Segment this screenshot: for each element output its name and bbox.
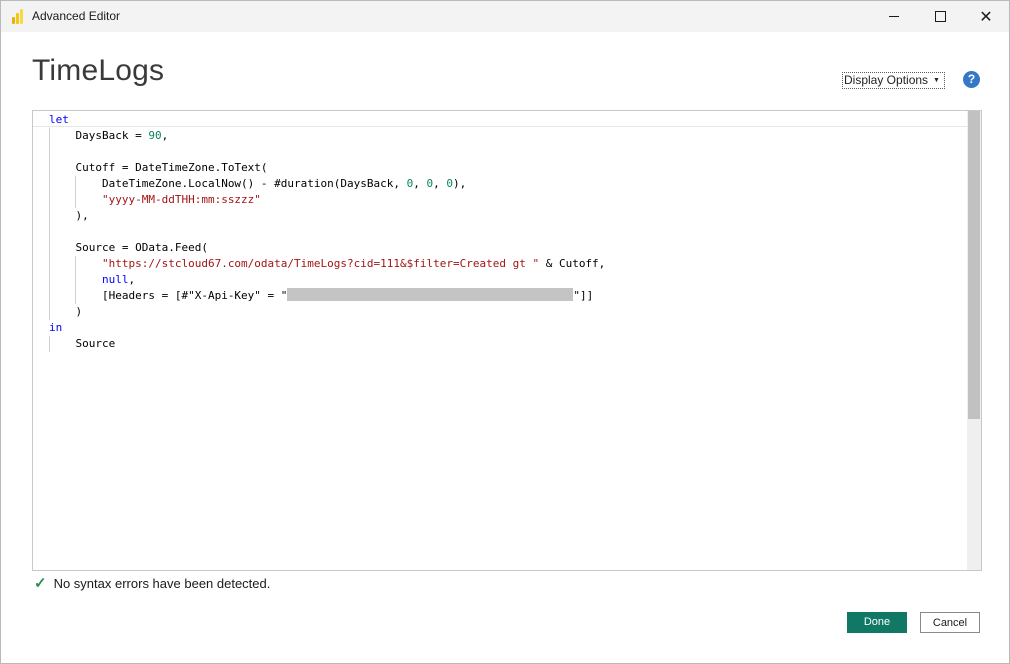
close-icon: ✕ [979, 8, 993, 26]
display-options-label: Display Options [844, 73, 929, 87]
code-token: "https://stcloud67.com/odata/TimeLogs?ci… [101, 257, 540, 270]
redacted-api-key [287, 288, 574, 301]
indent-guide [49, 336, 50, 352]
code-line: Source = OData.Feed( [49, 240, 605, 256]
code-token: [Headers = [#"X-Api-Key" = " [101, 289, 288, 302]
code-line [49, 144, 605, 160]
code-line: in [49, 320, 605, 336]
code-token: , [128, 273, 136, 286]
code-token: , [433, 177, 447, 190]
code-token: DaysBack = [75, 129, 149, 142]
code-token: in [49, 321, 63, 334]
code-token: Source [75, 337, 116, 350]
indent-guide [49, 240, 50, 256]
code-line: "yyyy-MM-ddTHH:mm:sszzz" [49, 192, 605, 208]
code-token: Cutoff = DateTimeZone.ToText( [75, 161, 268, 174]
code-token: let [49, 113, 69, 126]
minimize-icon [889, 16, 899, 17]
code-token: Source = OData.Feed( [75, 241, 208, 254]
code-line: "https://stcloud67.com/odata/TimeLogs?ci… [49, 256, 605, 272]
status-message: No syntax errors have been detected. [53, 576, 271, 591]
indent-guide [49, 160, 50, 176]
done-button[interactable]: Done [847, 612, 907, 633]
indent-guide [49, 144, 50, 160]
code-text[interactable]: let DaysBack = 90, Cutoff = DateTimeZone… [49, 112, 605, 352]
code-token: 0 [446, 177, 453, 190]
indent-guide [75, 192, 77, 208]
indent-guide [49, 288, 50, 304]
scrollbar-thumb[interactable] [968, 111, 980, 419]
power-bi-icon [11, 9, 25, 24]
maximize-icon [934, 11, 946, 22]
indent-guide [49, 128, 50, 144]
vertical-scrollbar[interactable] [967, 111, 981, 570]
close-button[interactable]: ✕ [963, 1, 1009, 32]
code-line: Source [49, 336, 605, 352]
indent-guide [75, 288, 77, 304]
query-name-title: TimeLogs [32, 54, 165, 87]
code-line: DateTimeZone.LocalNow() - #duration(Days… [49, 176, 605, 192]
chevron-down-icon: ▼ [933, 77, 940, 84]
checkmark-icon: ✓ [34, 575, 47, 592]
code-line: null, [49, 272, 605, 288]
code-token: null [101, 273, 129, 286]
code-token: "yyyy-MM-ddTHH:mm:sszzz" [101, 193, 261, 206]
code-line: let [49, 112, 605, 128]
advanced-editor-window: Advanced Editor ✕ TimeLogs Display Optio… [0, 0, 1010, 664]
code-token: & Cutoff, [539, 257, 606, 270]
code-line: ), [49, 208, 605, 224]
code-line: ) [49, 304, 605, 320]
indent-guide [75, 256, 77, 272]
maximize-button[interactable] [917, 1, 963, 32]
code-line: DaysBack = 90, [49, 128, 605, 144]
indent-guide [49, 256, 50, 272]
code-line: [Headers = [#"X-Api-Key" = " "]] [49, 288, 605, 304]
indent-guide [49, 304, 50, 320]
code-line [49, 224, 605, 240]
indent-guide [49, 192, 50, 208]
code-token: , [413, 177, 427, 190]
help-glyph: ? [967, 72, 976, 86]
help-icon[interactable]: ? [963, 71, 980, 88]
indent-guide [75, 176, 77, 192]
code-token: ), [453, 177, 467, 190]
code-token: ), [75, 209, 89, 222]
indent-guide [49, 208, 50, 224]
syntax-status: ✓ No syntax errors have been detected. [34, 574, 270, 592]
cancel-button[interactable]: Cancel [920, 612, 980, 633]
indent-guide [49, 272, 50, 288]
indent-guide [75, 272, 77, 288]
code-editor[interactable]: let DaysBack = 90, Cutoff = DateTimeZone… [32, 110, 982, 571]
code-token: ) [75, 305, 83, 318]
code-line: Cutoff = DateTimeZone.ToText( [49, 160, 605, 176]
title-bar[interactable]: Advanced Editor ✕ [1, 1, 1009, 32]
indent-guide [49, 224, 50, 240]
code-token: "]] [573, 289, 594, 302]
display-options-dropdown[interactable]: Display Options ▼ [842, 72, 945, 89]
code-token: 90 [148, 129, 162, 142]
indent-guide [49, 176, 50, 192]
code-token: DateTimeZone.LocalNow() - #duration(Days… [101, 177, 407, 190]
minimize-button[interactable] [871, 1, 917, 32]
window-title: Advanced Editor [32, 9, 121, 23]
code-token: , [161, 129, 169, 142]
